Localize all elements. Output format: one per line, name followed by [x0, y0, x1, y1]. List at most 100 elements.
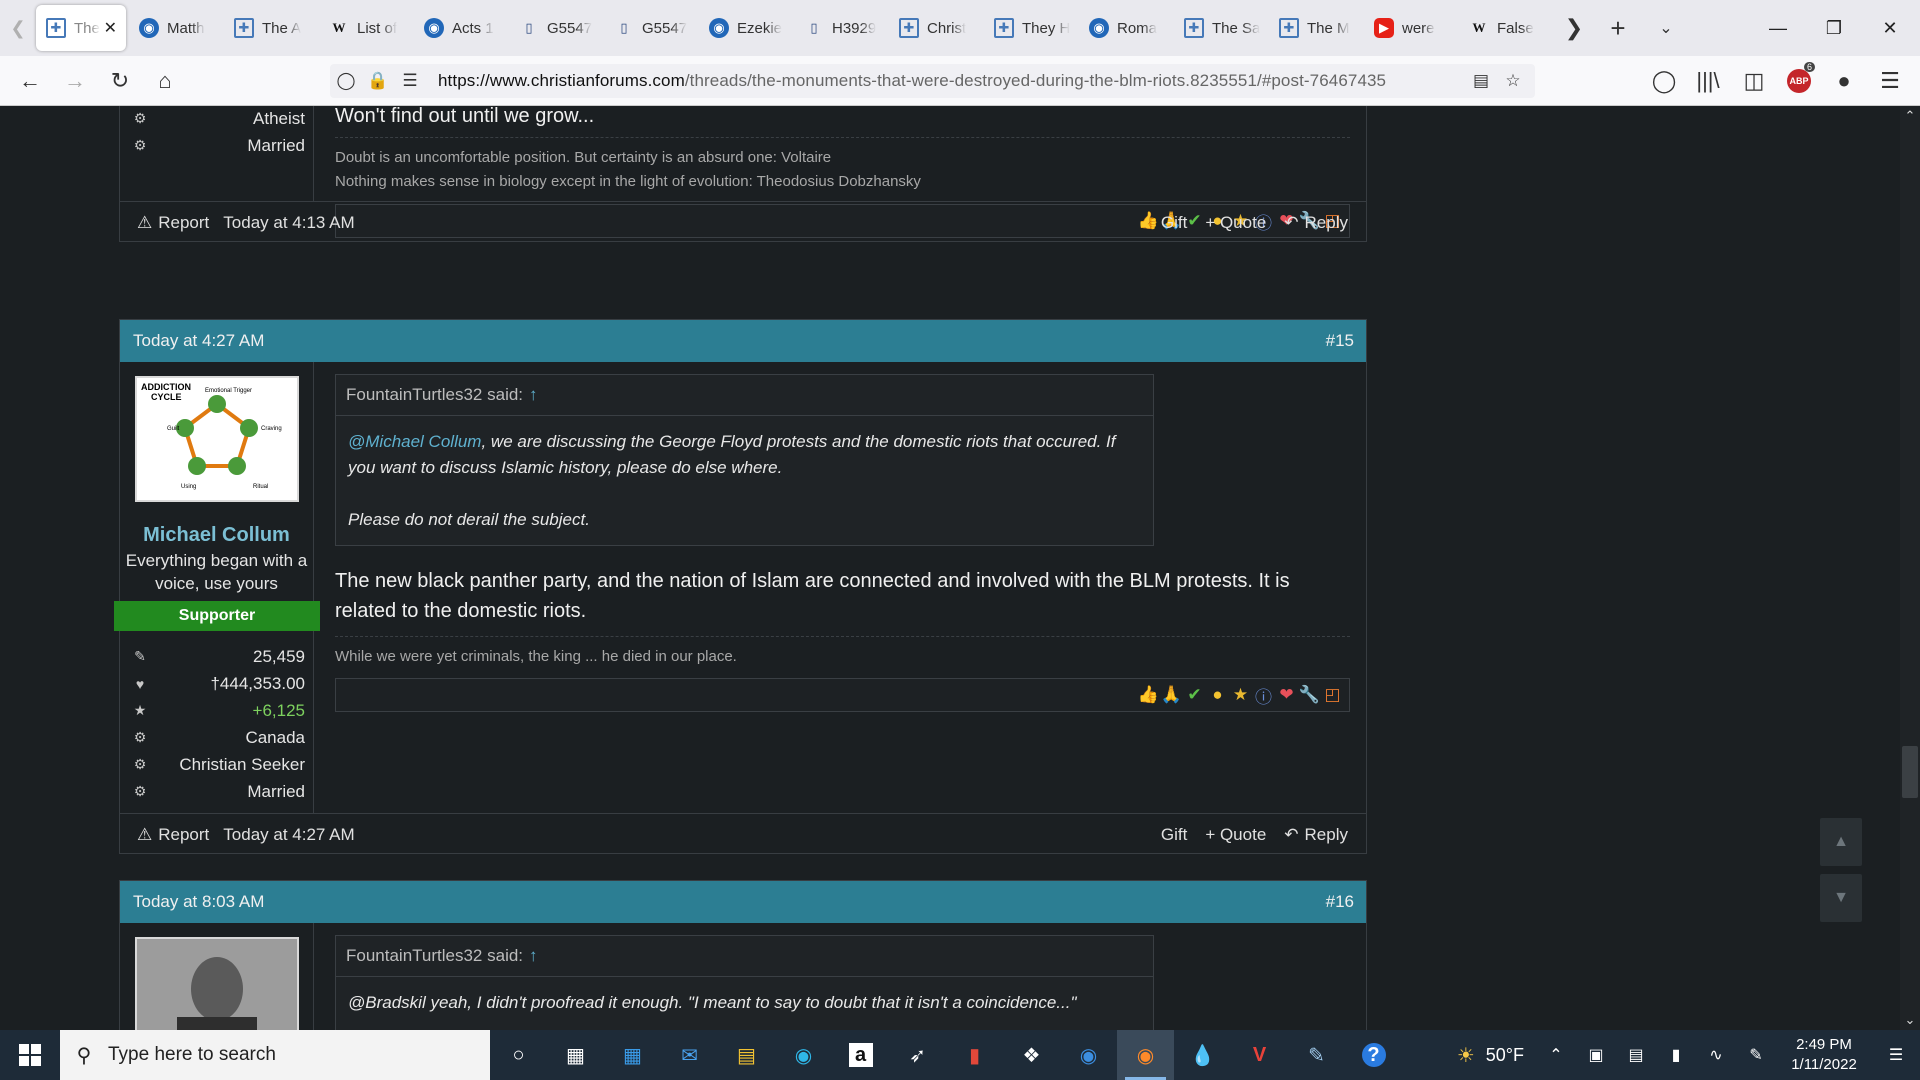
- scroll-to-bottom-button[interactable]: ▼: [1820, 874, 1862, 922]
- scroll-tabs-left-icon[interactable]: ❮: [0, 0, 36, 56]
- reply-button[interactable]: ↶ Reply: [1284, 213, 1348, 233]
- permissions-icon[interactable]: ☰: [394, 71, 426, 91]
- praying-icon[interactable]: 🙏: [1160, 684, 1183, 707]
- reader-view-icon[interactable]: ▤: [1465, 71, 1497, 91]
- quote-author[interactable]: FountainTurtles32 said:: [346, 946, 523, 966]
- library-icon[interactable]: |||\: [1688, 56, 1728, 106]
- tab-3[interactable]: ✚ The A: [224, 5, 316, 51]
- pocket-icon[interactable]: ◯: [1644, 56, 1684, 106]
- info-icon[interactable]: ⓘ: [1252, 684, 1275, 707]
- taskbar-search[interactable]: ⚲ Type here to search: [60, 1030, 490, 1080]
- report-link[interactable]: ⚠ Report: [137, 825, 209, 845]
- tab-15[interactable]: ▶ were: [1364, 5, 1456, 51]
- scroll-down-arrow-icon[interactable]: ⌄: [1902, 1012, 1918, 1028]
- page-scrollbar[interactable]: ⌃ ⌄: [1900, 106, 1920, 1030]
- address-bar[interactable]: ◯ 🔒 ☰ https://www.christianforums.com/th…: [330, 64, 1535, 98]
- back-icon[interactable]: ←: [10, 56, 50, 106]
- store-icon[interactable]: ▦: [604, 1030, 661, 1080]
- restore-button[interactable]: ❐: [1806, 0, 1862, 56]
- amazon-icon[interactable]: a: [832, 1030, 889, 1080]
- avatar[interactable]: [135, 937, 299, 1030]
- scroll-up-arrow-icon[interactable]: ⌃: [1902, 108, 1918, 124]
- wifi-icon[interactable]: ∿: [1696, 1045, 1736, 1065]
- tab-13[interactable]: ✚ The Sa: [1174, 5, 1266, 51]
- quote-button[interactable]: + Quote: [1205, 213, 1266, 233]
- neutral-icon[interactable]: ●: [1206, 684, 1229, 707]
- bible-app-icon[interactable]: ◉: [1060, 1030, 1117, 1080]
- meet-now-icon[interactable]: ▣: [1576, 1045, 1616, 1065]
- post-number[interactable]: #15: [1326, 331, 1354, 351]
- quote-button[interactable]: + Quote: [1205, 825, 1266, 845]
- heart-icon[interactable]: ❤: [1275, 684, 1298, 707]
- tracking-protection-icon[interactable]: ◯: [330, 71, 362, 91]
- reload-icon[interactable]: ↻: [100, 56, 140, 106]
- show-hidden-icons-icon[interactable]: ⌃: [1536, 1045, 1576, 1065]
- post-number[interactable]: #16: [1326, 892, 1354, 912]
- tab-7[interactable]: ▯ G5547: [604, 5, 696, 51]
- tab-12[interactable]: ◉ Roma: [1079, 5, 1171, 51]
- reply-button[interactable]: ↶ Reply: [1284, 825, 1348, 845]
- tab-10[interactable]: ✚ Christ: [889, 5, 981, 51]
- tab-6[interactable]: ▯ G5547: [509, 5, 601, 51]
- post-date[interactable]: Today at 4:27 AM: [133, 331, 264, 351]
- account-icon[interactable]: ●: [1824, 56, 1864, 106]
- office-icon[interactable]: ▮: [946, 1030, 1003, 1080]
- medal-icon[interactable]: ★: [1229, 684, 1252, 707]
- bookmark-star-icon[interactable]: ☆: [1497, 71, 1529, 91]
- avatar[interactable]: ADDICTION CYCLE Emotional Trigger Guilt …: [135, 376, 299, 502]
- notifications-icon[interactable]: ☰: [1872, 1045, 1920, 1065]
- scroll-tabs-right-icon[interactable]: ❯: [1554, 0, 1594, 56]
- adblock-extension-icon[interactable]: ABP 6: [1779, 56, 1819, 106]
- paint-drop-icon[interactable]: 💧: [1174, 1030, 1231, 1080]
- report-link[interactable]: ⚠ Report: [137, 213, 209, 233]
- help-icon[interactable]: ?: [1345, 1030, 1402, 1080]
- thumbs-up-icon[interactable]: 👍: [1137, 684, 1160, 707]
- task-view-icon[interactable]: ▦: [547, 1030, 604, 1080]
- tab-16[interactable]: W False: [1459, 5, 1551, 51]
- lock-icon[interactable]: 🔒: [362, 71, 394, 91]
- notepad-icon[interactable]: ✎: [1288, 1030, 1345, 1080]
- file-explorer-icon[interactable]: ▤: [718, 1030, 775, 1080]
- quote-author[interactable]: FountainTurtles32 said:: [346, 385, 523, 405]
- check-icon[interactable]: ✔: [1183, 684, 1206, 707]
- quote-source-arrow-icon[interactable]: ↑: [529, 385, 538, 405]
- reaction-bar[interactable]: 👍 🙏 ✔ ● ★ ⓘ ❤ 🔧 ◰: [335, 678, 1350, 712]
- url-text[interactable]: https://www.christianforums.com/threads/…: [438, 71, 1386, 91]
- start-button[interactable]: [0, 1030, 60, 1080]
- vivaldi-icon[interactable]: V: [1231, 1030, 1288, 1080]
- close-tab-icon[interactable]: ✕: [104, 18, 117, 38]
- weather-icon[interactable]: ☀: [1446, 1043, 1486, 1068]
- tab-14[interactable]: ✚ The M: [1269, 5, 1361, 51]
- user-mention[interactable]: @Michael Collum: [348, 432, 481, 451]
- pen-icon[interactable]: ✎: [1736, 1045, 1776, 1065]
- rainbow-icon[interactable]: ◰: [1321, 684, 1344, 707]
- tab-2[interactable]: ◉ Matth: [129, 5, 221, 51]
- forward-icon[interactable]: →: [55, 56, 95, 106]
- close-window-button[interactable]: ✕: [1862, 0, 1918, 56]
- clock[interactable]: 2:49 PM 1/11/2022: [1776, 1035, 1872, 1075]
- tab-11[interactable]: ✚ They H: [984, 5, 1076, 51]
- weather-temp[interactable]: 50°F: [1486, 1045, 1524, 1066]
- gift-button[interactable]: Gift: [1161, 213, 1187, 233]
- dropbox-icon[interactable]: ❖: [1003, 1030, 1060, 1080]
- minimize-button[interactable]: —: [1750, 0, 1806, 56]
- list-all-tabs-icon[interactable]: ⌄: [1642, 0, 1690, 56]
- scrollbar-thumb[interactable]: [1902, 746, 1918, 798]
- username[interactable]: Michael Collum: [120, 524, 313, 547]
- new-tab-button[interactable]: +: [1594, 0, 1642, 56]
- post-date[interactable]: Today at 8:03 AM: [133, 892, 264, 912]
- post-time[interactable]: Today at 4:27 AM: [223, 825, 354, 845]
- tab-8[interactable]: ◉ Ezekie: [699, 5, 791, 51]
- wrench-icon[interactable]: 🔧: [1298, 684, 1321, 707]
- home-icon[interactable]: ⌂: [145, 56, 185, 106]
- screen-capture-icon[interactable]: ▤: [1616, 1045, 1656, 1065]
- cortana-icon[interactable]: ○: [490, 1030, 547, 1080]
- battery-icon[interactable]: ▮: [1656, 1045, 1696, 1065]
- gift-button[interactable]: Gift: [1161, 825, 1187, 845]
- edge-icon[interactable]: ◉: [775, 1030, 832, 1080]
- lightning-app-icon[interactable]: ➶: [889, 1030, 946, 1080]
- quote-source-arrow-icon[interactable]: ↑: [529, 946, 538, 966]
- tab-1[interactable]: ✚ The ✕: [36, 5, 126, 51]
- tab-9[interactable]: ▯ H3929: [794, 5, 886, 51]
- firefox-icon[interactable]: ◉: [1117, 1030, 1174, 1080]
